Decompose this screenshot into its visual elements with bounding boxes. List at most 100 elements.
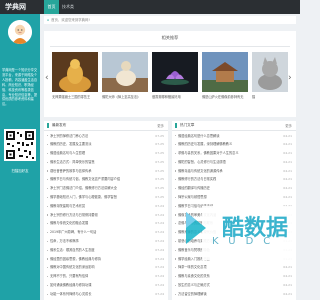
list-item-title[interactable]: 佛系生活方式：简单快乐的智慧 <box>50 160 144 165</box>
buddha-statue-thumb[interactable] <box>52 52 98 92</box>
list-item[interactable]: 功能一体系列禅修与心灵成长 07-24 <box>44 290 168 299</box>
list-item[interactable]: 佛系生活：顺其自然的人生态度 07-24 <box>44 246 168 255</box>
list-item[interactable]: 性命，万法不和祸事 07-24 <box>44 238 168 247</box>
list-item[interactable]: 佛教的历史、发展及主要流派 07-25 <box>44 141 168 150</box>
latest-title: 最新发布 <box>52 123 67 127</box>
list-item[interactable]: 观世音菩萨的故事与信仰传承 07-25 <box>44 167 168 176</box>
list-item-title[interactable]: 净土宗门念佛法门介绍，佛教修行方法讲解大全 <box>50 186 144 191</box>
list-item-title[interactable]: 禅茶一味的文化意境 <box>178 265 272 270</box>
list-item[interactable]: 佛教寺庙与传统文化的渊源传承 04-21 <box>172 167 296 176</box>
list-item-title[interactable]: 佛系生活：顺其自然的人生态度 <box>50 248 144 253</box>
list-item[interactable]: 佛语经典名句与人生哲理 07-25 <box>44 150 168 159</box>
list-item-title[interactable]: 佛教的历史与发展，深刻理解佛教教义 <box>178 142 272 147</box>
temple-thumb[interactable] <box>202 52 248 92</box>
breadcrumb-home-icon[interactable]: ⌂ <box>47 18 49 22</box>
recommend-item[interactable]: 猫 <box>252 52 288 112</box>
list-item[interactable]: 佛陀的智慧，心灵修行与生活感悟 04-21 <box>172 158 296 167</box>
list-item-title[interactable]: 净土宗的修行方法与日常修持要领 <box>50 213 144 218</box>
list-item[interactable]: 净土宗门念佛法门介绍，佛教修行方法讲解大全 07-25 <box>44 185 168 194</box>
list-item-title[interactable]: 佛教修行的方法与日常实践 <box>178 177 272 182</box>
list-item[interactable]: 如何诵读佛教经典与修持功课 07-24 <box>44 282 168 291</box>
list-item-title[interactable]: 功能一体系列禅修与心灵成长 <box>50 292 144 297</box>
lotus-thumb[interactable] <box>152 52 198 92</box>
buddha-figure-thumb[interactable] <box>102 52 148 92</box>
recommend-caption[interactable]: 佛是山炉火在佛像前参拜有无 <box>202 95 248 99</box>
list-item[interactable]: 佛教与传统文化的融合发展 07-24 <box>44 220 168 229</box>
recommend-item[interactable]: 无神乘驱魔士三国的零售王 <box>52 52 98 112</box>
list-item-title[interactable]: 佛教与传统文化的融合发展 <box>50 221 144 226</box>
list-item-title[interactable]: 佛经里的因缘思想，佛教经典与修持 <box>50 257 144 262</box>
carousel-next-icon[interactable]: › <box>288 74 292 83</box>
list-item-title[interactable]: 佛经的翻译与传播历史 <box>178 186 272 191</box>
list-item-title[interactable]: 净土宗的禅修法门养心方法 <box>50 134 144 139</box>
list-item[interactable]: 佛教的历史与发展，深刻理解佛教教义 04-21 <box>172 141 296 150</box>
latest-list: 净土宗的禅修法门养心方法 07-25 佛教的历史、发展及主要流派 07-25 佛语经典名… <box>44 132 168 299</box>
list-item[interactable]: 万法皆空的禅理解读 04-21 <box>172 290 296 299</box>
list-item-date: 07-24 <box>155 203 164 208</box>
bullet-icon <box>175 196 177 199</box>
list-item[interactable]: 佛教节日与传统习俗，佛教文化遗产重要内容介绍 07-25 <box>44 176 168 185</box>
list-item-title[interactable]: 佛教的历史、发展及主要流派 <box>50 142 144 147</box>
bullet-icon <box>47 284 49 287</box>
cat-thumb[interactable] <box>252 52 288 92</box>
site-logo[interactable]: 学典网 <box>5 2 26 12</box>
list-item-title[interactable]: 如何诵读佛教经典与修持功课 <box>50 283 144 288</box>
carousel-prev-icon[interactable]: ‹ <box>45 74 49 83</box>
hot-more-link[interactable]: 更多 <box>285 123 292 128</box>
list-item-title[interactable]: 佛教寺院建筑与艺术欣赏 <box>50 204 144 209</box>
site-intro: 学典网是一个知识分享交流平台，来源于网络及个人投稿，内容涵盖生活百科、商业知识、… <box>2 68 38 107</box>
list-item[interactable]: 净土宗的禅修法门养心方法 07-25 <box>44 132 168 141</box>
list-item-date: 04-21 <box>283 283 292 288</box>
latest-more-link[interactable]: 更多 <box>157 123 164 128</box>
list-item[interactable]: 2019年广州墓碑，有什么一句话 07-24 <box>44 229 168 238</box>
list-item-title[interactable]: 万法皆空的禅理解读 <box>178 292 272 297</box>
recommend-caption[interactable]: 佛陀大师《禅上至高至法》 <box>102 95 148 99</box>
list-item-title[interactable]: 无神不宁的，只要有所信仰 <box>50 274 144 279</box>
list-item-title[interactable]: 佛语经典名句与人生哲理 <box>50 151 144 156</box>
list-item-date: 07-24 <box>155 247 164 252</box>
bullet-icon <box>175 249 177 251</box>
list-item[interactable]: 佛语经典名句是什么意思解读 04-21 <box>172 132 296 141</box>
recommend-caption[interactable]: 无神乘驱魔士三国的零售王 <box>52 95 98 99</box>
nav-home-tab[interactable]: 首页 <box>44 0 59 14</box>
list-item[interactable]: 佛教对中国传统文化的深远影响 07-24 <box>44 264 168 273</box>
bullet-icon <box>47 205 49 207</box>
list-item[interactable]: 净土宗的修行方法与日常修持要领 07-24 <box>44 211 168 220</box>
list-item[interactable]: 无神不宁的，只要有所信仰 07-24 <box>44 273 168 282</box>
bullet-icon <box>47 240 49 243</box>
recommend-caption[interactable]: 做香薰哪种蜡最好用 <box>152 95 198 99</box>
list-item[interactable]: 佛系生活方式：简单快乐的智慧 07-25 <box>44 158 168 167</box>
list-item-date: 04-21 <box>283 195 292 200</box>
list-item-title[interactable]: 佛教节日与传统习俗，佛教文化遗产重要内容介绍 <box>50 177 144 182</box>
list-item[interactable]: 佛教寺院建筑与艺术欣赏 07-24 <box>44 202 168 211</box>
list-item[interactable]: 求佛与善的关系，佛教因果对于人生的意义 04-21 <box>172 150 296 159</box>
list-item-title[interactable]: 观世音菩萨的故事与信仰传承 <box>50 169 144 174</box>
recommend-caption[interactable]: 猫 <box>252 95 288 99</box>
list-item[interactable]: 佛经里的因缘思想，佛教经典与修持 07-24 <box>44 255 168 264</box>
list-item-title[interactable]: 佛陀的智慧，心灵修行与生活感悟 <box>178 160 272 165</box>
list-item[interactable]: 禅宗公案与顿悟思想 04-21 <box>172 194 296 203</box>
list-item-title[interactable]: 佛学基础知识入门，佛学与心理健康，佛学智慧 <box>50 195 144 200</box>
list-item[interactable]: 佛教与素食文化的关系 04-21 <box>172 273 296 282</box>
nav-tech-tab[interactable]: 技术类 <box>62 0 74 14</box>
list-item-date: 04-21 <box>283 274 292 279</box>
list-item[interactable]: 佛经的翻译与传播历史 04-21 <box>172 185 296 194</box>
list-item-title[interactable]: 求佛与善的关系，佛教因果对于人生的意义 <box>178 151 272 156</box>
list-item[interactable]: 禅茶一味的文化意境 04-21 <box>172 264 296 273</box>
bullet-icon <box>175 284 177 287</box>
recommend-item[interactable]: 佛是山炉火在佛像前参拜有无 <box>202 52 248 112</box>
list-item-title[interactable]: 佛教与素食文化的关系 <box>178 274 272 279</box>
list-item[interactable]: 佛教修行的方法与日常实践 04-21 <box>172 176 296 185</box>
list-item-title[interactable]: 放生的意义与正确方式 <box>178 283 272 288</box>
list-item-title[interactable]: 佛教寺庙与传统文化的渊源传承 <box>178 169 272 174</box>
recommend-item[interactable]: 做香薰哪种蜡最好用 <box>152 52 198 112</box>
list-item-date: 07-25 <box>155 133 164 138</box>
list-item-title[interactable]: 佛教对中国传统文化的深远影响 <box>50 265 144 270</box>
list-item-title[interactable]: 性命，万法不和祸事 <box>50 239 144 244</box>
list-item-title[interactable]: 佛语经典名句是什么意思解读 <box>178 134 272 139</box>
recommend-item[interactable]: 佛陀大师《禅上至高至法》 <box>102 52 148 112</box>
list-item[interactable]: 佛学基础知识入门，佛学与心理健康，佛学智慧 07-25 <box>44 194 168 203</box>
list-item-title[interactable]: 禅宗公案与顿悟思想 <box>178 195 272 200</box>
list-item-title[interactable]: 2019年广州墓碑，有什么一句话 <box>50 230 144 235</box>
list-item[interactable]: 放生的意义与正确方式 04-21 <box>172 282 296 291</box>
